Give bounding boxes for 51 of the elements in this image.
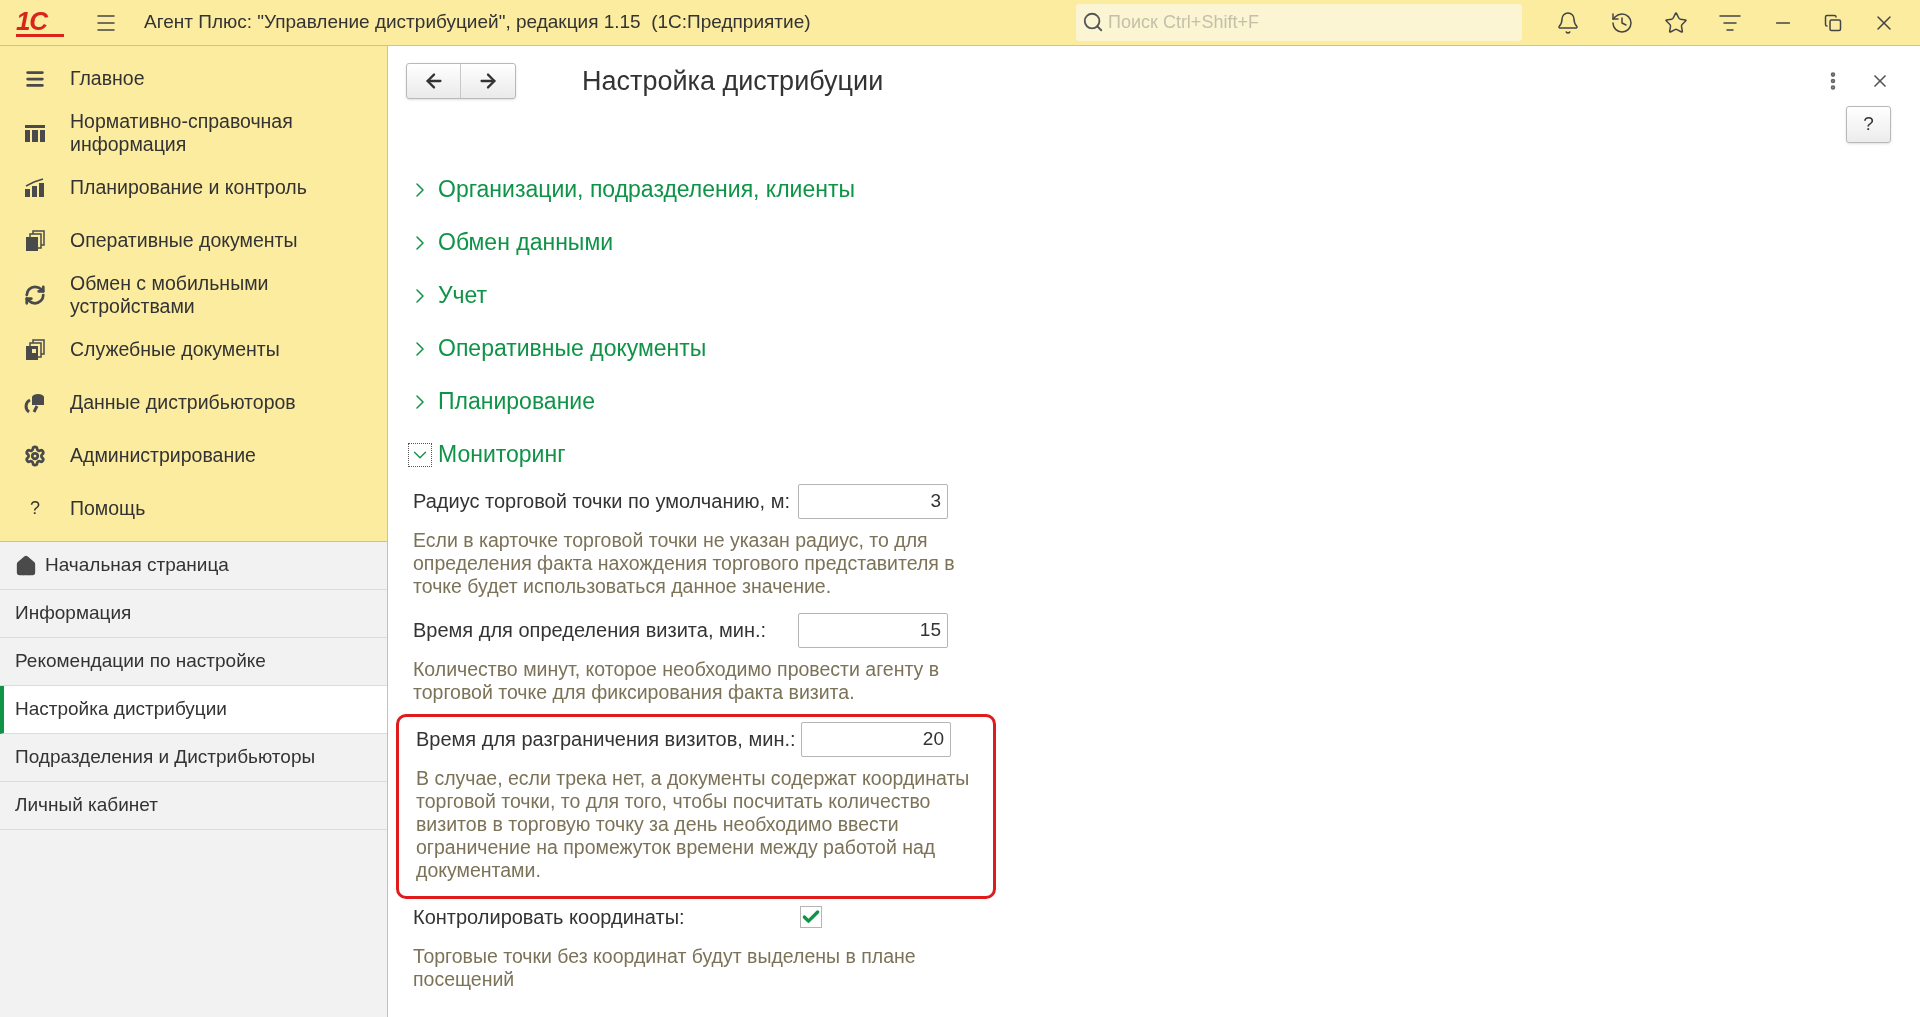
sidebar-item[interactable]: ? Помощь	[0, 482, 387, 535]
group-header[interactable]: Организации, подразделения, клиенты	[408, 163, 1920, 216]
help-text: Если в карточке торговой точки не указан радиус, то для определения факта нахождения торгового представителя в точке будет использоваться данное значение.	[412, 529, 956, 598]
window-title: Агент Плюс: "Управление дистрибуцией", редакция 1.15 (1С:Предприятие)	[144, 10, 811, 35]
help-text: Торговые точки без координат будут выделены в плане посещений	[412, 945, 917, 991]
field-label: Время для разграничения визитов, мин.:	[415, 727, 797, 752]
app-logo: 1С	[16, 8, 64, 37]
section-link[interactable]: Личный кабинет	[0, 782, 387, 830]
help-text: В случае, если трека нет, а документы содержат координаты торговой точки, то для того, чтобы посчитать количество визитов в торговую точку за день необходимо ввести ограничение на промежуток времени между работой над документами.	[415, 767, 971, 882]
settings-icon	[24, 444, 46, 467]
field-label: Время для определения визита, мин.:	[412, 618, 768, 643]
checkbox[interactable]	[800, 906, 822, 928]
sync-icon	[24, 284, 46, 306]
sidebar-item[interactable]: Планирование и контроль	[0, 161, 387, 214]
help-button[interactable]: ?	[1846, 106, 1891, 143]
field-label: Радиус торговой точки по умолчанию, м:	[412, 489, 792, 514]
group-header[interactable]: Обмен данными	[408, 216, 1920, 269]
documents-icon	[24, 229, 46, 252]
restore-icon[interactable]	[1824, 13, 1842, 32]
help-text: Количество минут, которое необходимо провести агенту в торговой точке для фиксирования факта визита.	[412, 658, 941, 704]
section-link[interactable]: Подразделения и Дистрибьюторы	[0, 734, 387, 782]
group-header[interactable]: Учет	[408, 269, 1920, 322]
search-field[interactable]: Поиск Ctrl+Shift+F	[1076, 4, 1522, 41]
sidebar-item[interactable]: Оперативные документы	[0, 214, 387, 267]
sidebar-item[interactable]: Нормативно-справочная информация	[0, 105, 387, 161]
group-header[interactable]: Оперативные документы	[408, 322, 1920, 375]
sidebar-item[interactable]: Обмен с мобильными устройствами	[0, 267, 387, 323]
form-title: Настройка дистрибуции	[582, 64, 884, 98]
section-link[interactable]: Информация	[0, 590, 387, 638]
sidebar-item[interactable]: Служебные документы	[0, 323, 387, 376]
section-link[interactable]: Настройка дистрибуции	[0, 686, 387, 734]
number-field[interactable]: 15	[798, 612, 948, 648]
database-sync-icon	[24, 391, 46, 414]
group-header[interactable]: Мониторинг	[408, 428, 1920, 481]
documents-icon	[24, 338, 46, 361]
history-icon[interactable]	[1610, 10, 1634, 35]
sidebar-item[interactable]: Данные дистрибьюторов	[0, 376, 387, 429]
section-link[interactable]: Начальная страница	[0, 542, 387, 590]
bar-chart-icon	[24, 176, 46, 199]
star-icon[interactable]	[1664, 10, 1688, 35]
columns-icon	[24, 122, 46, 144]
group-header[interactable]: Планирование	[408, 375, 1920, 428]
sidebar-item[interactable]: Главное	[0, 52, 387, 105]
field-label: Контролировать координаты:	[412, 905, 686, 930]
number-field[interactable]: 3	[798, 483, 948, 519]
bell-icon[interactable]	[1556, 10, 1580, 35]
question-icon: ?	[24, 495, 46, 522]
search-icon	[1082, 11, 1104, 33]
chevron-down-icon	[408, 442, 432, 467]
sidebar-item[interactable]: Администрирование	[0, 429, 387, 482]
number-field[interactable]: 20	[801, 721, 951, 757]
